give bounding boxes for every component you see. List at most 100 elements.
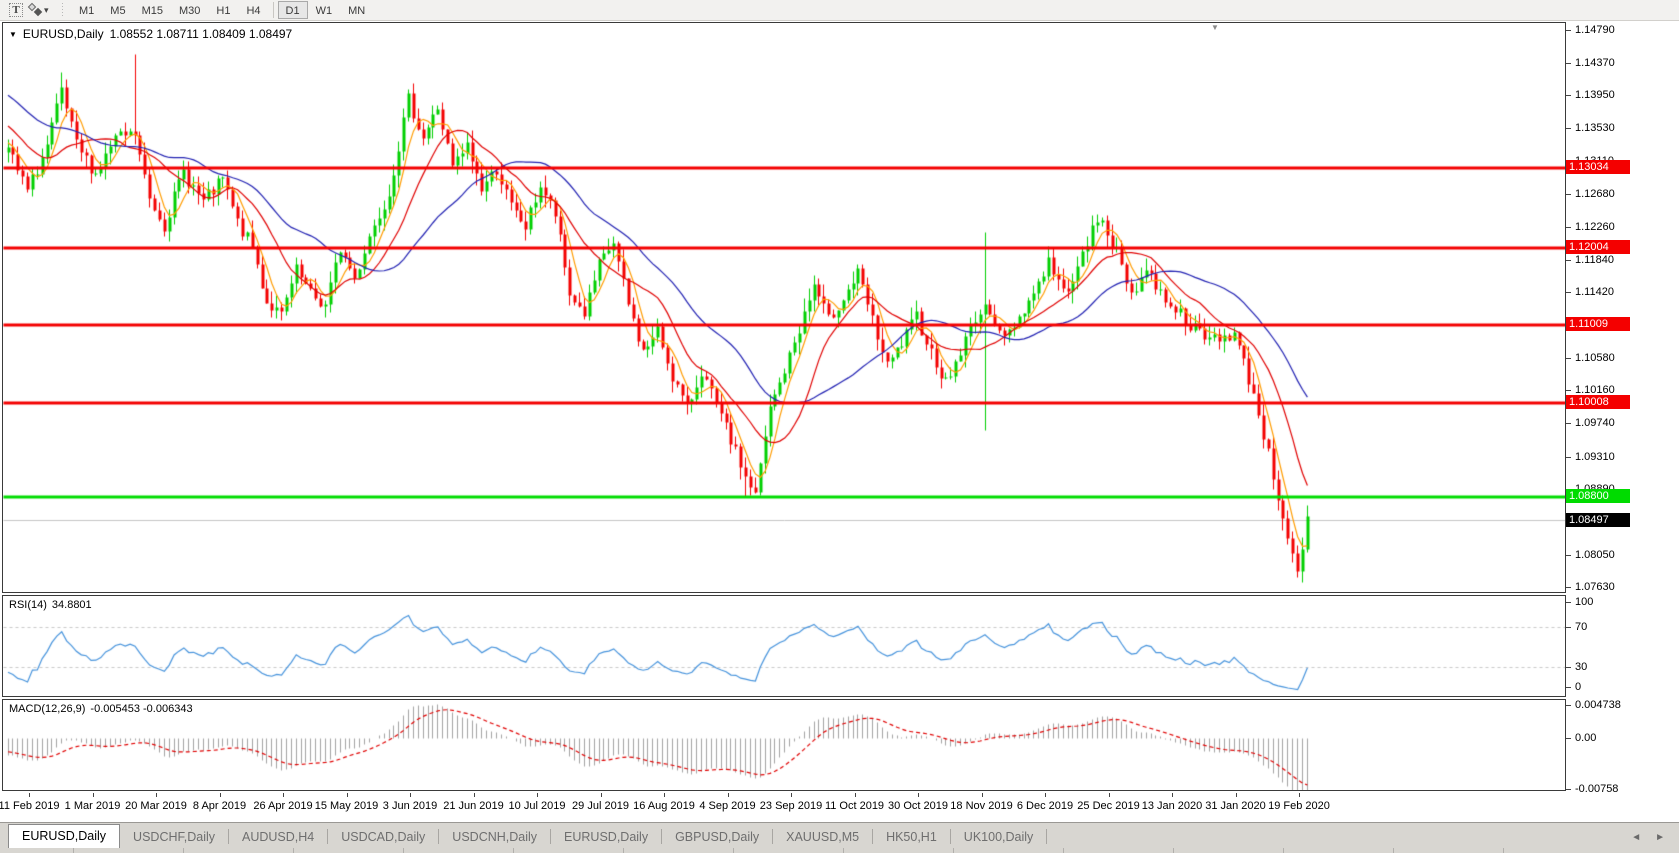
text-tool-button[interactable]: T xyxy=(6,1,26,19)
price-tick-mark xyxy=(1566,227,1571,228)
arrows-tool-button[interactable]: ▾ xyxy=(28,1,54,19)
status-separator xyxy=(733,848,734,853)
macd-tick-mark xyxy=(1566,738,1571,739)
date-tick-mark xyxy=(1045,793,1046,797)
timeframe-button-h1[interactable]: H1 xyxy=(208,1,238,19)
date-tick-mark xyxy=(1299,793,1300,797)
date-tick-label: 31 Jan 2020 xyxy=(1205,800,1266,812)
price-tick-mark xyxy=(1566,390,1571,391)
tab-usdcad-daily[interactable]: USDCAD,Daily xyxy=(328,827,438,848)
price-tick-label: 1.09310 xyxy=(1575,451,1615,463)
date-tick-label: 15 May 2019 xyxy=(315,800,379,812)
date-tick-mark xyxy=(156,793,157,797)
tab-eurusd-daily[interactable]: EURUSD,Daily xyxy=(551,827,661,848)
current-price-label: 1.08497 xyxy=(1566,513,1630,527)
rsi-tick-mark xyxy=(1566,627,1571,628)
macd-chart-canvas[interactable] xyxy=(3,700,1565,790)
date-tick-label: 20 Mar 2019 xyxy=(125,800,187,812)
date-tick-mark xyxy=(29,793,30,797)
rsi-chart-canvas[interactable] xyxy=(3,596,1565,696)
chart-shift-marker[interactable]: ▼ xyxy=(1211,23,1219,32)
status-bar xyxy=(0,848,1679,853)
tab-scroll-left-icon[interactable]: ◄ xyxy=(1631,832,1641,843)
date-tick-label: 16 Aug 2019 xyxy=(633,800,695,812)
price-tick-mark xyxy=(1566,63,1571,64)
status-separator xyxy=(1393,848,1394,853)
chevron-down-icon: ▾ xyxy=(44,5,54,16)
date-tick-mark xyxy=(347,793,348,797)
price-tick-label: 1.14790 xyxy=(1575,24,1615,36)
price-tick-label: 1.11420 xyxy=(1575,286,1614,298)
main-chart-pane[interactable]: ▼ EURUSD,Daily 1.08552 1.08711 1.08409 1… xyxy=(2,22,1566,593)
toolbar-separator xyxy=(273,2,274,18)
chart-symbol-period: EURUSD,Daily xyxy=(23,27,104,41)
date-tick-mark xyxy=(220,793,221,797)
date-tick-mark xyxy=(283,793,284,797)
macd-tick-label: 0.004738 xyxy=(1575,699,1621,711)
tab-audusd-h4[interactable]: AUDUSD,H4 xyxy=(229,827,327,848)
date-tick-label: 4 Sep 2019 xyxy=(699,800,755,812)
status-separator xyxy=(1283,848,1284,853)
date-tick-mark xyxy=(728,793,729,797)
tab-xauusd-m5[interactable]: XAUUSD,M5 xyxy=(773,827,872,848)
price-axis[interactable]: 1.147901.143701.139501.135301.131101.126… xyxy=(1566,22,1679,791)
mt4-window: T ▾ M1M5M15M30H1H4 D1W1MN ▼ EURUSD,Daily … xyxy=(0,0,1679,853)
date-tick-label: 18 Nov 2019 xyxy=(950,800,1012,812)
macd-pane[interactable]: MACD(12,26,9) -0.005453 -0.006343 xyxy=(2,699,1566,791)
rsi-tick-label: 0 xyxy=(1575,681,1581,693)
timeframe-button-h4[interactable]: H4 xyxy=(238,1,268,19)
date-tick-label: 30 Oct 2019 xyxy=(888,800,948,812)
date-tick-label: 29 Jul 2019 xyxy=(572,800,629,812)
date-tick-label: 11 Feb 2019 xyxy=(0,800,59,812)
date-tick-label: 8 Apr 2019 xyxy=(193,800,246,812)
date-tick-label: 3 Jun 2019 xyxy=(383,800,437,812)
status-separator xyxy=(1503,848,1504,853)
status-separator xyxy=(623,848,624,853)
status-separator xyxy=(293,848,294,853)
tab-usdchf-daily[interactable]: USDCHF,Daily xyxy=(120,827,228,848)
price-tick-mark xyxy=(1566,555,1571,556)
candlestick-chart-canvas[interactable] xyxy=(3,23,1565,592)
arrows-icon xyxy=(28,2,44,18)
rsi-pane[interactable]: RSI(14) 34.8801 xyxy=(2,595,1566,697)
timeframe-button-m15[interactable]: M15 xyxy=(134,1,171,19)
timeframe-button-m1[interactable]: M1 xyxy=(71,1,102,19)
price-tick-mark xyxy=(1566,587,1571,588)
timeframe-button-d1[interactable]: D1 xyxy=(278,1,308,19)
toolbar-grip[interactable] xyxy=(60,3,65,17)
price-tick-label: 1.13530 xyxy=(1575,122,1615,134)
date-axis[interactable]: 11 Feb 2019 1 Mar 2019 20 Mar 2019 8 Apr 20… xyxy=(2,793,1566,821)
date-tick-label: 26 Apr 2019 xyxy=(253,800,312,812)
timeframe-button-m30[interactable]: M30 xyxy=(171,1,208,19)
timeframe-button-m5[interactable]: M5 xyxy=(102,1,133,19)
date-tick-mark xyxy=(664,793,665,797)
tab-hk50-h1[interactable]: HK50,H1 xyxy=(873,827,950,848)
collapse-triangle-icon: ▼ xyxy=(9,30,17,39)
resistance-line-label: 1.13034 xyxy=(1566,160,1630,174)
macd-tick-label: -0.00758 xyxy=(1575,783,1618,795)
tab-separator xyxy=(1046,829,1047,844)
status-separator xyxy=(513,848,514,853)
tab-usdcnh-daily[interactable]: USDCNH,Daily xyxy=(439,827,550,848)
price-tick-label: 1.08050 xyxy=(1575,549,1615,561)
tab-uk100-daily[interactable]: UK100,Daily xyxy=(951,827,1046,848)
date-tick-label: 23 Sep 2019 xyxy=(760,800,822,812)
resistance-line-label: 1.12004 xyxy=(1566,240,1630,254)
tab-eurusd-daily[interactable]: EURUSD,Daily xyxy=(8,824,120,848)
status-separator xyxy=(403,848,404,853)
macd-current-values: -0.005453 -0.006343 xyxy=(90,703,192,715)
timeframe-button-mn[interactable]: MN xyxy=(340,1,373,19)
tab-gbpusd-daily[interactable]: GBPUSD,Daily xyxy=(662,827,772,848)
tab-scroll-right-icon[interactable]: ► xyxy=(1655,832,1665,843)
price-tick-label: 1.14370 xyxy=(1575,57,1615,69)
status-separator xyxy=(1173,848,1174,853)
date-tick-label: 1 Mar 2019 xyxy=(65,800,121,812)
chart-title: ▼ EURUSD,Daily 1.08552 1.08711 1.08409 1… xyxy=(9,27,292,41)
price-tick-mark xyxy=(1566,95,1571,96)
rsi-name: RSI(14) xyxy=(9,599,47,611)
timeframe-button-w1[interactable]: W1 xyxy=(308,1,341,19)
date-tick-mark xyxy=(537,793,538,797)
date-tick-mark xyxy=(474,793,475,797)
date-tick-label: 10 Jul 2019 xyxy=(509,800,566,812)
rsi-tick-mark xyxy=(1566,687,1571,688)
